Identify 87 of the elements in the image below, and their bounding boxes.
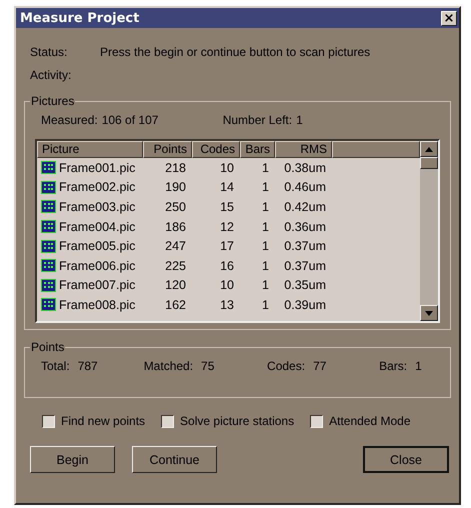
table-cell-text: 162: [164, 298, 187, 312]
table-cell-text: 0.35um: [283, 278, 327, 292]
stat-value: 75: [201, 358, 216, 372]
table-cell-text: 218: [164, 160, 187, 175]
picture-cell[interactable]: Frame001.pic: [37, 160, 143, 175]
picture-file-icon: [41, 200, 56, 214]
picture-file-icon: [41, 220, 56, 234]
scroll-down-button[interactable]: [420, 305, 438, 321]
table-cell-text: 1: [261, 298, 270, 312]
table-cell-text: 15: [219, 200, 235, 214]
table-cell-text: 0.37um: [283, 239, 327, 254]
stat-label: Bars:: [379, 358, 408, 372]
table-cell-text: 0.46um: [283, 180, 327, 194]
dialog-button[interactable]: Begin: [30, 446, 115, 473]
status-text: Press the begin or continue button to scan pictures: [100, 44, 370, 58]
table-cell-text: 1: [261, 200, 270, 214]
measured-label: Measured:: [41, 112, 98, 126]
checkbox[interactable]: [42, 414, 55, 428]
table-cell-text: 1: [261, 160, 270, 175]
table-cell-text: 10: [219, 278, 235, 292]
table-cell-text: 0.39um: [283, 298, 327, 312]
table-cell-text: 1: [261, 239, 270, 254]
scroll-thumb[interactable]: [420, 157, 438, 169]
checkbox[interactable]: [310, 414, 324, 428]
group-title: Points: [30, 340, 66, 354]
stat-value: 1: [415, 358, 422, 372]
scrollbar[interactable]: [420, 141, 438, 321]
table-cell-text: 12: [219, 220, 235, 234]
dialog-button[interactable]: Continue: [132, 446, 217, 473]
table-cell-text: 1: [261, 258, 270, 273]
picture-file-icon: [41, 298, 56, 312]
table-cell-text: 186: [164, 220, 187, 234]
checkbox[interactable]: [161, 414, 174, 428]
picture-cell[interactable]: Frame005.pic: [37, 239, 143, 254]
table-cell-text: 13: [219, 298, 235, 312]
picture-cell[interactable]: Frame004.pic: [37, 220, 143, 234]
stat-label: Codes:: [267, 358, 306, 372]
table-cell-text: 120: [164, 278, 187, 292]
column-header[interactable]: Codes: [192, 141, 240, 158]
measured-value: 106 of 107: [102, 112, 160, 126]
table-cell-text: 1: [261, 278, 270, 292]
picture-cell[interactable]: Frame008.pic: [37, 298, 143, 312]
number-left-value: 1: [296, 112, 303, 126]
picture-cell[interactable]: Frame007.pic: [37, 278, 143, 292]
table-cell-text: 0.36um: [283, 220, 327, 234]
table-cell-text: 247: [164, 239, 187, 254]
table-cell-text: 17: [219, 239, 235, 254]
picture-file-icon: [41, 259, 56, 272]
table-cell-text: 16: [219, 258, 235, 273]
stat-value: 787: [78, 358, 99, 372]
table-cell-text: 225: [164, 258, 187, 273]
group-title: Pictures: [30, 94, 76, 108]
table-cell-text: 0.37um: [283, 258, 327, 273]
picture-cell[interactable]: Frame002.pic: [37, 180, 143, 194]
column-header[interactable]: Picture: [37, 141, 143, 158]
option-checkbox[interactable]: Solve picture stations: [161, 414, 294, 428]
dialog-button[interactable]: Close: [363, 446, 449, 473]
table-cell-text: 10: [219, 160, 235, 175]
column-header[interactable]: RMS: [275, 141, 332, 158]
stat-label: Matched:: [144, 358, 194, 372]
column-header[interactable]: Bars: [240, 141, 275, 158]
picture-file-icon: [41, 278, 56, 292]
down-arrow-icon: [425, 310, 433, 316]
table-cell-text: 250: [164, 200, 187, 214]
table-cell-text: 1: [261, 220, 270, 234]
picture-file-icon: [41, 161, 56, 174]
up-arrow-icon: [425, 146, 433, 152]
stat-label: Total:: [41, 358, 70, 372]
status-label: Status:: [30, 44, 68, 58]
option-checkbox[interactable]: Attended Mode: [310, 414, 411, 428]
picture-cell[interactable]: Frame006.pic: [37, 258, 143, 273]
picture-file-icon: [41, 240, 56, 253]
window-title: Measure Project: [20, 10, 140, 26]
table-cell-text: 1: [261, 180, 270, 194]
activity-label: Activity:: [30, 68, 72, 82]
picture-cell[interactable]: Frame003.pic: [37, 200, 143, 214]
close-button[interactable]: ×: [441, 10, 457, 26]
table-cell-text: 0.42um: [283, 200, 327, 214]
table-cell-text: 14: [219, 180, 235, 194]
stat-value: 77: [313, 358, 328, 372]
picture-file-icon: [41, 180, 56, 194]
number-left-label: Number Left:: [222, 112, 292, 126]
column-header[interactable]: Points: [143, 141, 192, 158]
scroll-up-button[interactable]: [420, 141, 438, 157]
option-checkbox[interactable]: Find new points: [42, 414, 146, 428]
table-cell-text: 190: [164, 180, 187, 194]
table-cell-text: 0.38um: [283, 160, 327, 175]
